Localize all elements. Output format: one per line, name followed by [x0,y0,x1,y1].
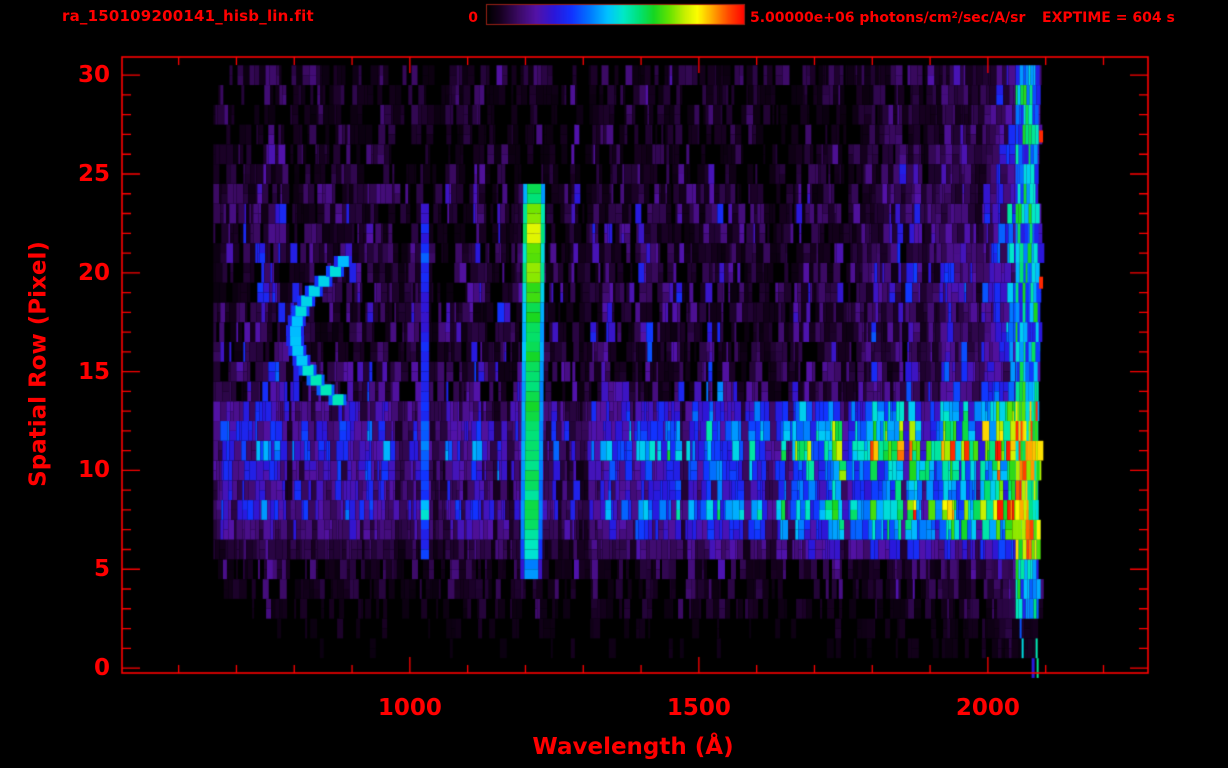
plot-window: ra_150109200141_hisb_lin.fit 0 5.00000e+… [0,0,1228,768]
colorbar-units-prefix: photons/cm [854,10,952,26]
y-tick-label: 5 [93,556,110,583]
y-tick-label: 15 [77,358,110,385]
y-tick-label: 25 [77,160,110,187]
colorbar-units-suffix: /sec/A/sr [957,10,1026,26]
colorbar-min-label: 0 [468,10,478,26]
colorbar-max-label: 5.00000e+06 photons/cm2/sec/A/sr [750,11,1025,25]
spectrogram-canvas [0,0,1228,768]
y-tick-label: 0 [93,655,110,682]
y-tick-label: 30 [77,62,110,89]
y-tick-label: 20 [77,259,110,286]
x-tick-label: 1000 [377,695,442,721]
exptime-label: EXPTIME = 604 s [1042,10,1175,26]
x-axis-label: Wavelength (Å) [532,734,734,760]
plot-title: ra_150109200141_hisb_lin.fit [62,7,314,25]
x-tick-label: 2000 [955,695,1020,721]
y-tick-label: 10 [77,457,110,484]
x-tick-label: 1500 [666,695,731,721]
colorbar-max-value: 5.00000e+06 [750,10,855,26]
